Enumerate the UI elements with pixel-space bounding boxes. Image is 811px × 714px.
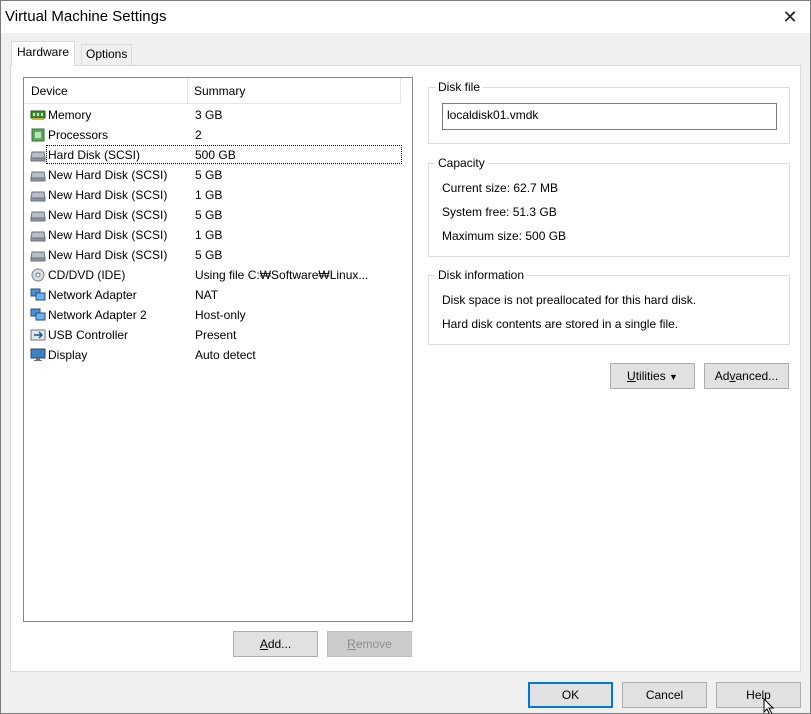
device-summary: Auto detect [195, 348, 256, 362]
device-name: Network Adapter [48, 288, 137, 302]
hard-disk-icon [30, 231, 46, 242]
device-summary: 5 GB [195, 208, 223, 222]
disk-file-group: Disk file localdisk01.vmdk [428, 80, 790, 144]
device-list[interactable]: Device Summary Memory 3 GB Processors 2 … [23, 77, 413, 622]
usb-icon [30, 329, 46, 341]
device-name: Memory [48, 108, 92, 122]
title-bar: Virtual Machine Settings ✕ [1, 1, 810, 33]
utilities-button[interactable]: Utilities ▼ [610, 363, 695, 389]
memory-icon [30, 110, 46, 120]
device-name: New Hard Disk (SCSI) [48, 168, 168, 182]
close-icon[interactable]: ✕ [778, 5, 802, 29]
tab-options[interactable]: Options [81, 44, 133, 65]
current-size-text: Current size: 62.7 MB [442, 181, 559, 195]
remove-mnemonic: R [347, 637, 356, 651]
hard-disk-icon [30, 251, 46, 262]
device-name: New Hard Disk (SCSI) [48, 188, 168, 202]
device-row-new-hard-disk[interactable]: New Hard Disk (SCSI) 1 GB [26, 185, 402, 205]
device-summary: Using file C:₩Software₩Linux... [195, 268, 369, 282]
processor-icon [31, 128, 45, 142]
cancel-button[interactable]: Cancel [622, 682, 707, 708]
device-row-new-hard-disk[interactable]: New Hard Disk (SCSI) 5 GB [26, 245, 402, 265]
capacity-group: Capacity Current size: 62.7 MB System fr… [428, 156, 790, 257]
disk-file-title: Disk file [435, 80, 484, 94]
vm-settings-dialog: Virtual Machine Settings ✕ Hardware Opti… [0, 0, 811, 714]
device-row-usb-controller[interactable]: USB Controller Present [26, 325, 402, 345]
tab-label: Options [86, 47, 128, 61]
network-adapter-icon [30, 308, 46, 321]
device-row-new-hard-disk[interactable]: New Hard Disk (SCSI) 1 GB [26, 225, 402, 245]
device-row-new-hard-disk[interactable]: New Hard Disk (SCSI) 5 GB [26, 205, 402, 225]
disk-file-field[interactable]: localdisk01.vmdk [442, 103, 777, 130]
device-name: Hard Disk (SCSI) [48, 148, 141, 162]
utilities-mnemonic: U [627, 369, 636, 383]
device-row-new-hard-disk[interactable]: New Hard Disk (SCSI) 5 GB [26, 165, 402, 185]
device-name: New Hard Disk (SCSI) [48, 228, 168, 242]
device-row-cd-dvd[interactable]: CD/DVD (IDE) Using file C:₩Software₩Linu… [26, 265, 402, 285]
column-separator[interactable] [187, 78, 188, 103]
column-header-device[interactable]: Device [31, 84, 68, 98]
disk-info-line-2: Hard disk contents are stored in a singl… [442, 317, 679, 331]
device-summary: 5 GB [195, 248, 223, 262]
device-name: Network Adapter 2 [48, 308, 147, 322]
advanced-label-rest: anced... [735, 369, 779, 383]
device-summary: 5 GB [195, 168, 223, 182]
advanced-label-pre: Ad [714, 369, 730, 383]
column-separator[interactable] [400, 78, 401, 103]
maximum-size-text: Maximum size: 500 GB [442, 229, 567, 243]
device-summary: 1 GB [195, 188, 223, 202]
device-name: New Hard Disk (SCSI) [48, 248, 168, 262]
dropdown-arrow-icon: ▼ [669, 372, 678, 382]
device-summary: 500 GB [195, 148, 236, 162]
remove-button[interactable]: Remove [327, 631, 412, 657]
hard-disk-icon [30, 211, 46, 222]
column-header-summary[interactable]: Summary [194, 84, 245, 98]
hard-disk-icon [30, 151, 46, 162]
device-summary: Present [195, 328, 237, 342]
device-summary: 2 [195, 128, 202, 142]
window-title: Virtual Machine Settings [5, 8, 167, 25]
tab-hardware[interactable]: Hardware [11, 41, 76, 66]
hard-disk-icon [30, 191, 46, 202]
disk-information-group: Disk information Disk space is not preal… [428, 268, 790, 345]
device-row-network-adapter-2[interactable]: Network Adapter 2 Host-only [26, 305, 402, 325]
tab-label: Hardware [17, 45, 70, 59]
display-icon [30, 348, 46, 361]
add-label: dd... [267, 637, 292, 651]
disk-info-line-1: Disk space is not preallocated for this … [442, 293, 697, 307]
capacity-title: Capacity [435, 156, 488, 170]
network-adapter-icon [30, 288, 46, 301]
device-row-hard-disk[interactable]: Hard Disk (SCSI) 500 GB [26, 145, 402, 165]
advanced-button[interactable]: Advanced... [704, 363, 789, 389]
device-name: USB Controller [48, 328, 129, 342]
device-name: CD/DVD (IDE) [48, 268, 126, 282]
cd-dvd-icon [31, 268, 45, 282]
remove-label: emove [355, 637, 392, 651]
ok-button[interactable]: OK [528, 682, 613, 708]
device-row-processors[interactable]: Processors 2 [26, 125, 402, 145]
mouse-cursor-icon [763, 698, 775, 714]
device-summary: 1 GB [195, 228, 223, 242]
add-mnemonic: A [259, 637, 268, 651]
add-button[interactable]: Add... [233, 631, 318, 657]
device-summary: NAT [195, 288, 219, 302]
disk-information-title: Disk information [435, 268, 528, 282]
device-row-display[interactable]: Display Auto detect [26, 345, 402, 365]
device-summary: 3 GB [195, 108, 223, 122]
utilities-label: tilities [635, 369, 666, 383]
device-name: New Hard Disk (SCSI) [48, 208, 168, 222]
device-name: Processors [48, 128, 109, 142]
hard-disk-icon [30, 171, 46, 182]
help-button[interactable]: Help [716, 682, 801, 708]
device-row-network-adapter[interactable]: Network Adapter NAT [26, 285, 402, 305]
device-list-header: Device Summary [24, 78, 401, 104]
device-name: Display [48, 348, 88, 362]
device-row-memory[interactable]: Memory 3 GB [26, 105, 402, 125]
system-free-text: System free: 51.3 GB [442, 205, 557, 219]
device-summary: Host-only [195, 308, 246, 322]
